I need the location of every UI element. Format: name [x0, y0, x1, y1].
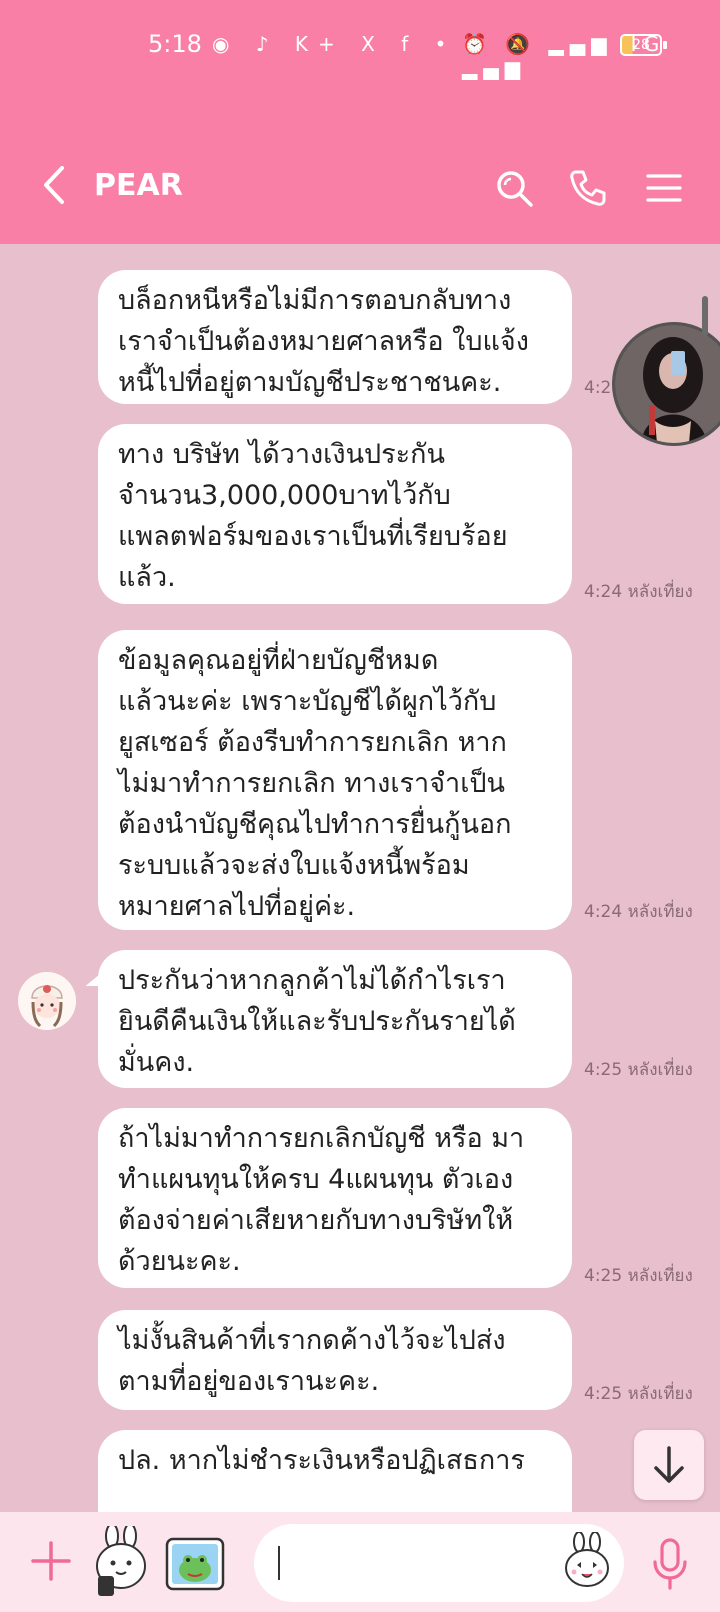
- scroll-to-bottom-button[interactable]: [634, 1430, 704, 1500]
- scroll-indicator[interactable]: [702, 296, 708, 336]
- message-bubble[interactable]: ข้อมูลคุณอยู่ที่ฝ่ายบัญชีหมด แล้วนะค่ะ เ…: [98, 630, 572, 930]
- notification-icons: ◉ ♪ K+ X f •: [212, 32, 457, 56]
- status-bar: 5:18 ◉ ♪ K+ X f • ⏰ 🔕 ▂▄▆ 4G ▂▄▆ 28: [0, 0, 720, 90]
- message-time: 4:25 หลังเที่ยง: [584, 1060, 693, 1080]
- battery-icon: 28: [620, 34, 662, 56]
- message-bubble[interactable]: ปล. หากไม่ชำระเงินหรือปฏิเสธการ: [98, 1430, 572, 1512]
- menu-icon[interactable]: [644, 168, 684, 208]
- message-time: 4:2: [584, 378, 612, 398]
- search-icon[interactable]: [494, 168, 534, 208]
- message-time: 4:25 หลังเที่ยง: [584, 1266, 693, 1286]
- chat-title: PEAR: [94, 168, 183, 203]
- sender-avatar-image: [18, 972, 76, 1030]
- battery-tip: [663, 41, 667, 49]
- status-time: 5:18: [148, 30, 202, 58]
- system-icons: ⏰ 🔕 ▂▄▆ 4G ▂▄▆: [462, 32, 666, 80]
- message-time: 4:25 หลังเที่ยง: [584, 1384, 693, 1404]
- chat-messages[interactable]: บล็อกหนีหรือไม่มีการตอบกลับทาง เราจำเป็น…: [0, 244, 720, 1512]
- plus-icon[interactable]: [30, 1540, 72, 1582]
- message-time: 4:24 หลังเที่ยง: [584, 902, 693, 922]
- sender-avatar[interactable]: [18, 972, 76, 1030]
- text-caret: [278, 1546, 280, 1580]
- emoji-icon[interactable]: [562, 1532, 612, 1588]
- message-bubble[interactable]: บล็อกหนีหรือไม่มีการตอบกลับทาง เราจำเป็น…: [98, 270, 572, 404]
- message-bubble[interactable]: ประกันว่าหากลูกค้าไม่ได้กำไรเรา ยินดีคืน…: [98, 950, 572, 1088]
- image-icon[interactable]: [164, 1536, 228, 1594]
- sticker-icon[interactable]: [90, 1526, 152, 1598]
- mic-icon[interactable]: [652, 1538, 688, 1590]
- bubble-tail: [85, 972, 115, 986]
- message-bubble[interactable]: ถ้าไม่มาทำการยกเลิกบัญชี หรือ มา ทำแผนทุ…: [98, 1108, 572, 1288]
- input-bar: [0, 1512, 720, 1612]
- message-bubble[interactable]: ไม่งั้นสินค้าที่เรากดค้างไว้จะไปส่ง ตามท…: [98, 1310, 572, 1410]
- portrait-image: [615, 325, 720, 443]
- message-time: 4:24 หลังเที่ยง: [584, 582, 693, 602]
- phone-icon[interactable]: [568, 168, 608, 208]
- message-bubble[interactable]: ทาง บริษัท ได้วางเงินประกัน จำนวน3,000,0…: [98, 424, 572, 604]
- back-icon[interactable]: [36, 162, 72, 208]
- arrow-down-icon: [654, 1446, 684, 1483]
- chat-header: PEAR: [0, 90, 720, 244]
